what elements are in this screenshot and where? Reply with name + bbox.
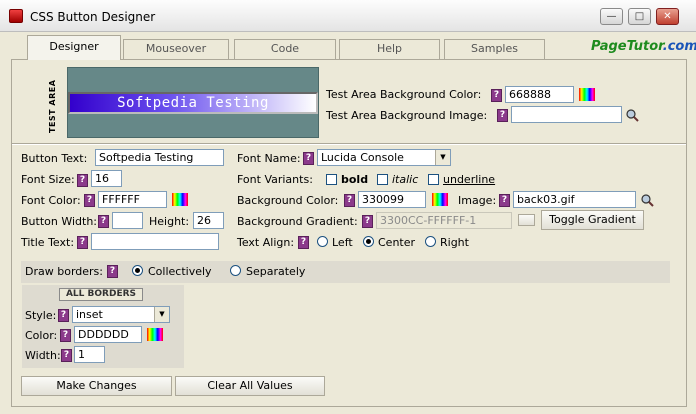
help-icon[interactable]: ? (107, 265, 118, 278)
help-icon[interactable]: ? (303, 152, 314, 165)
button-text-label: Button Text: (21, 152, 88, 165)
color-palette-icon[interactable] (579, 88, 595, 101)
browse-magnifier-icon[interactable] (640, 193, 654, 207)
browse-magnifier-icon[interactable] (625, 108, 639, 122)
underline-label: underline (443, 173, 496, 186)
collectively-radio[interactable] (132, 265, 143, 276)
app-icon (9, 9, 23, 23)
test-area-bg-image-label: Test Area Background Image: (326, 109, 488, 122)
font-size-label: Font Size: (21, 173, 75, 186)
chevron-down-icon[interactable]: ▼ (435, 150, 450, 165)
font-name-select[interactable]: Lucida Console ▼ (317, 149, 451, 166)
test-area-bg-color-input[interactable]: 668888 (505, 86, 574, 103)
border-width-label: Width: (25, 349, 61, 362)
help-icon[interactable]: ? (77, 174, 88, 187)
separately-label: Separately (246, 265, 306, 278)
help-icon[interactable]: ? (362, 215, 373, 228)
tab-mouseover[interactable]: Mouseover (123, 39, 229, 59)
tab-code[interactable]: Code (234, 39, 336, 59)
help-icon[interactable]: ? (61, 349, 72, 362)
title-text-label: Title Text: (21, 236, 75, 249)
color-palette-icon[interactable] (432, 193, 448, 206)
bold-label: bold (341, 173, 369, 186)
font-size-input[interactable]: 16 (91, 170, 122, 187)
font-name-label: Font Name: (237, 152, 301, 165)
all-borders-header: ALL BORDERS (59, 288, 143, 301)
text-align-label: Text Align: (237, 236, 295, 249)
border-style-value: inset (76, 308, 103, 321)
window-title: CSS Button Designer (30, 10, 156, 24)
align-right-label: Right (440, 236, 469, 249)
align-left-radio[interactable] (317, 236, 328, 247)
help-icon[interactable]: ? (77, 236, 88, 249)
title-bar: CSS Button Designer — □ ✕ (0, 0, 696, 32)
help-icon[interactable]: ? (58, 309, 69, 322)
tab-designer[interactable]: Designer (27, 35, 121, 60)
height-label: Height: (149, 215, 190, 228)
pagetutor-logo[interactable]: PageTutor.com (591, 39, 696, 54)
align-left-label: Left (332, 236, 353, 249)
button-width-input[interactable] (112, 212, 143, 229)
border-color-label: Color: (25, 329, 58, 342)
align-center-radio[interactable] (363, 236, 374, 247)
bg-gradient-input: 3300CC-FFFFFF-1 (376, 212, 512, 229)
draw-borders-label: Draw borders: (25, 265, 103, 278)
font-color-input[interactable]: FFFFFF (98, 191, 167, 208)
help-icon[interactable]: ? (499, 194, 510, 207)
test-area-label: TEST AREA (48, 79, 57, 133)
border-style-select[interactable]: inset ▼ (72, 306, 170, 323)
gradient-color-swatch[interactable] (518, 214, 535, 226)
separately-radio[interactable] (230, 265, 241, 276)
font-variants-label: Font Variants: (237, 173, 313, 186)
image-input[interactable]: back03.gif (513, 191, 636, 208)
test-area-bg-color-label: Test Area Background Color: (326, 88, 482, 101)
bold-checkbox[interactable] (326, 174, 337, 185)
height-input[interactable]: 26 (193, 212, 224, 229)
test-area: Softpedia Testing (67, 67, 319, 138)
border-width-input[interactable]: 1 (74, 346, 105, 363)
italic-checkbox[interactable] (377, 174, 388, 185)
underline-checkbox[interactable] (428, 174, 439, 185)
test-area-bg-image-input[interactable] (511, 106, 622, 123)
borders-section (21, 261, 670, 283)
section-divider (12, 143, 686, 145)
button-text-input[interactable]: Softpedia Testing (95, 149, 224, 166)
tab-help[interactable]: Help (339, 39, 440, 59)
make-changes-button[interactable]: Make Changes (21, 376, 172, 396)
help-icon[interactable]: ? (344, 194, 355, 207)
align-center-label: Center (378, 236, 416, 249)
bg-color-label: Background Color: (237, 194, 339, 207)
minimize-button[interactable]: — (600, 8, 623, 25)
font-color-label: Font Color: (21, 194, 81, 207)
close-button[interactable]: ✕ (656, 8, 679, 25)
help-icon[interactable]: ? (298, 236, 309, 249)
help-icon[interactable]: ? (60, 329, 71, 342)
maximize-button[interactable]: □ (628, 8, 651, 25)
button-width-label: Button Width: (21, 215, 98, 228)
chevron-down-icon[interactable]: ▼ (154, 307, 169, 322)
title-text-input[interactable] (91, 233, 219, 250)
bg-gradient-label: Background Gradient: (237, 215, 358, 228)
font-name-value: Lucida Console (321, 151, 404, 164)
help-icon[interactable]: ? (497, 109, 508, 122)
help-icon[interactable]: ? (98, 215, 109, 228)
help-icon[interactable]: ? (84, 194, 95, 207)
logo-main: PageTutor (591, 39, 663, 54)
toggle-gradient-button[interactable]: Toggle Gradient (541, 210, 644, 230)
color-palette-icon[interactable] (172, 193, 188, 206)
border-color-input[interactable]: DDDDDD (74, 326, 142, 343)
image-label: Image: (458, 194, 497, 207)
logo-tld: .com (662, 39, 696, 54)
italic-label: italic (392, 173, 419, 186)
color-palette-icon[interactable] (147, 328, 163, 341)
clear-all-values-button[interactable]: Clear All Values (175, 376, 325, 396)
bg-color-input[interactable]: 330099 (358, 191, 426, 208)
tab-samples[interactable]: Samples (444, 39, 545, 59)
align-right-radio[interactable] (425, 236, 436, 247)
collectively-label: Collectively (148, 265, 212, 278)
border-style-label: Style: (25, 309, 57, 322)
preview-button[interactable]: Softpedia Testing (68, 92, 318, 114)
help-icon[interactable]: ? (491, 89, 502, 102)
